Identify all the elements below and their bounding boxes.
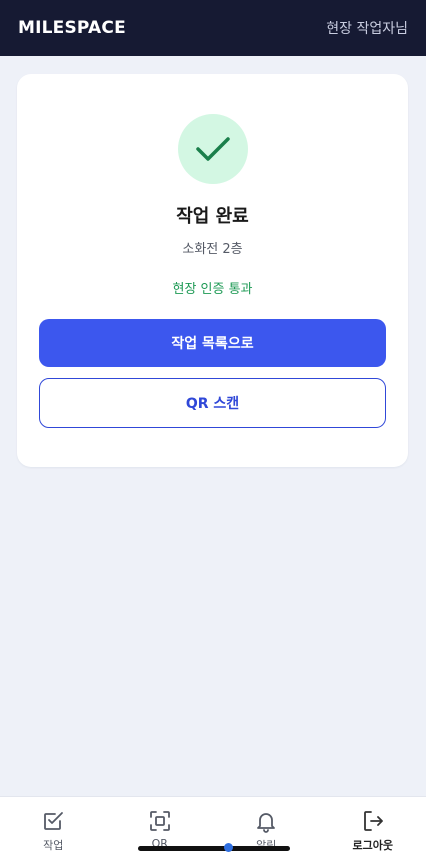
completion-title: 작업 완료 [17,202,408,228]
logout-icon [361,809,385,833]
checkmark-icon [195,135,231,163]
nav-item-logout[interactable]: 로그아웃 [320,797,426,863]
nav-label-logout: 로그아웃 [353,837,393,853]
completion-card: 작업 완료 소화전 2층 현장 인증 통과 작업 목록으로 QR 스캔 [17,74,408,467]
bell-icon [254,809,278,833]
verification-status: 현장 인증 통과 [17,278,408,297]
success-badge [178,114,248,184]
location-label: 소화전 2층 [17,238,408,257]
qr-scan-button[interactable]: QR 스캔 [39,378,386,428]
nav-item-tasks[interactable]: 작업 [0,797,107,863]
nav-item-qr[interactable]: QR [107,797,214,863]
bottom-nav: 작업 QR 알림 로그아웃 [0,796,426,863]
task-list-button[interactable]: 작업 목록으로 [39,319,386,367]
home-indicator-dot [224,843,233,852]
checkbox-icon [41,809,65,833]
app-logo: MILESPACE [18,18,126,38]
user-greeting[interactable]: 현장 작업자님 [326,18,408,38]
app-header: MILESPACE 현장 작업자님 [0,0,426,56]
nav-item-alerts[interactable]: 알림 [213,797,320,863]
nav-label-tasks: 작업 [43,837,63,853]
home-indicator [138,846,290,851]
qr-scan-icon [148,809,172,833]
